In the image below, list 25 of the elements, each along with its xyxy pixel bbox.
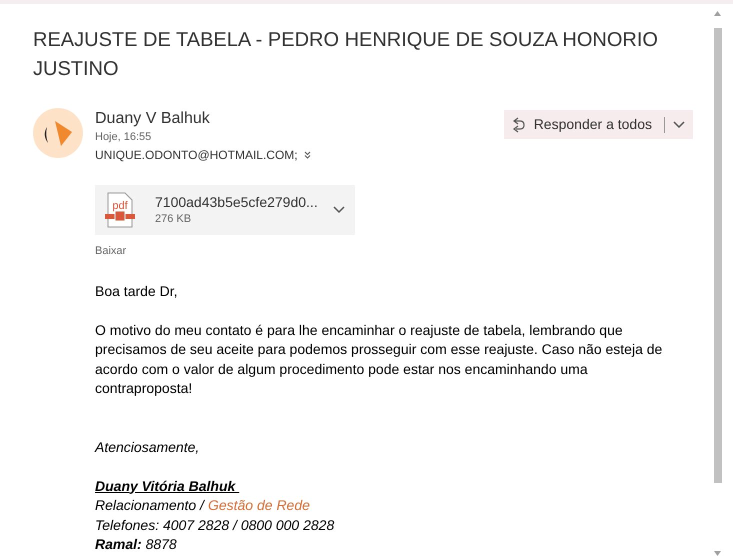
chevron-down-icon	[673, 120, 685, 128]
attachment-card[interactable]: pdf 7100ad43b5e5cfe279d0... 276 KB	[95, 185, 355, 235]
expand-icon[interactable]	[304, 151, 311, 159]
reply-all-icon	[512, 116, 526, 132]
signature-name: Duany Vitória Balhuk	[95, 476, 237, 496]
sender-name: Duany V Balhuk	[95, 109, 211, 129]
email-subject: REAJUSTE DE TABELA - PEDRO HENRIQUE DE SOUZA HONORIO JUSTINO	[33, 28, 659, 82]
reply-all-button[interactable]: Responder a todos	[504, 110, 693, 139]
signature-phones: Telefones: 4007 2828 / 0800 000 2828	[95, 516, 336, 534]
closing-text: Atenciosamente,	[95, 438, 200, 456]
scrollbar-thumb[interactable]	[714, 28, 722, 483]
scroll-down-icon[interactable]	[714, 551, 721, 556]
download-link[interactable]: Baixar	[95, 243, 126, 260]
sent-time: Hoje, 16:55	[95, 130, 152, 145]
attachment-size: 276 KB	[155, 212, 192, 227]
sender-avatar	[33, 108, 83, 158]
attachment-filename: 7100ad43b5e5cfe279d0...	[155, 192, 319, 211]
chevron-down-icon[interactable]	[333, 206, 345, 214]
scroll-up-icon[interactable]	[714, 11, 721, 16]
body-paragraph: O motivo do meu contato é para lhe encaminhar o reajuste de tabela, lembrando que precisamos de seu aceite para podemos prosseguir com esse reajuste. Caso não esteja de acordo com o valor de algum procedimento pode estar nos encaminhando uma contraproposta!	[95, 320, 664, 398]
recipient-address: UNIQUE.ODONTO@HOTMAIL.COM;	[95, 147, 298, 163]
signature-extension: Ramal: 8878	[95, 535, 178, 554]
body-paragraph: Boa tarde Dr,	[95, 282, 178, 300]
signature-role: Relacionamento /	[95, 496, 204, 515]
pdf-file-icon: pdf	[105, 192, 135, 228]
